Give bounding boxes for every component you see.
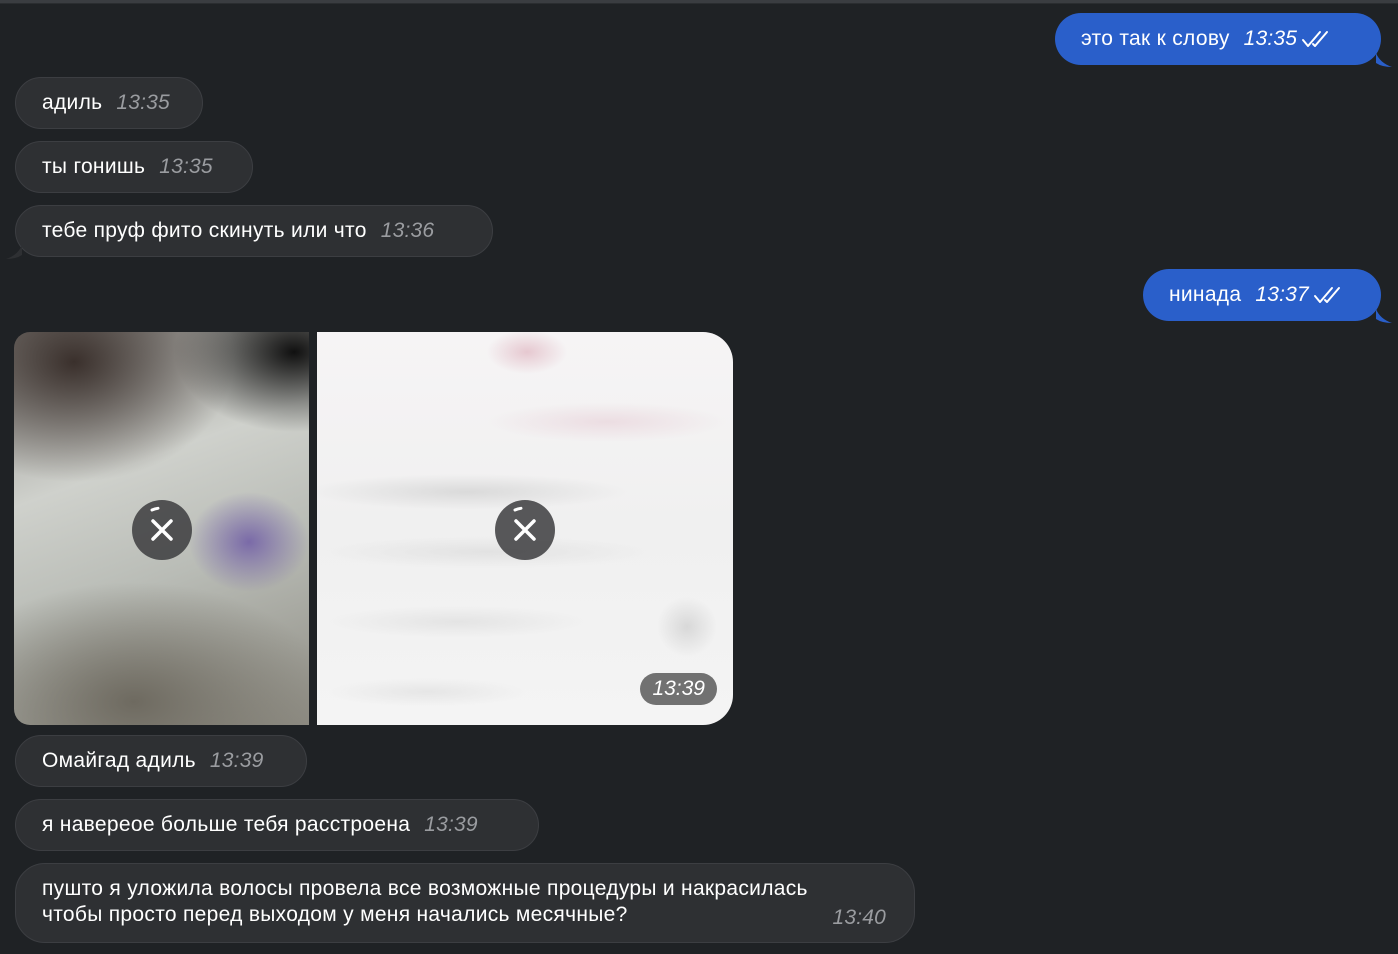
message-time: 13:40 [832, 906, 886, 929]
message-bubble-incoming[interactable]: пушто я уложила волосы провела все возмо… [15, 863, 915, 943]
bubble-tail [1376, 53, 1392, 67]
message-bubble-outgoing[interactable]: нинада 13:37 [1143, 269, 1381, 321]
bubble-tail [6, 245, 22, 259]
chat-history[interactable]: это так к слову 13:35 адиль 13:35 ты гон… [0, 0, 1398, 954]
message-text: пушто я уложила волосы провела все возмо… [42, 877, 808, 926]
message-text: я навереое больше тебя расстроена [42, 813, 411, 836]
double-check-icon [1313, 287, 1340, 303]
message-bubble-incoming[interactable]: Омайгад адиль 13:39 [15, 735, 307, 787]
message-bubble-incoming[interactable]: ты гонишь 13:35 [15, 141, 253, 193]
double-check-icon [1302, 31, 1329, 47]
photo-attachment[interactable] [14, 332, 309, 725]
message-time: 13:35 [159, 155, 213, 178]
bubble-tail [1376, 309, 1392, 323]
message-text: Омайгад адиль [42, 749, 196, 772]
message-text: это так к слову [1081, 27, 1230, 50]
message-text: тебе пруф фито скинуть или что [42, 219, 367, 242]
photo-attachment[interactable]: 13:39 [317, 332, 733, 725]
message-time: 13:36 [380, 219, 435, 242]
close-icon [150, 506, 173, 541]
message-bubble-incoming[interactable]: я навереое больше тебя расстроена 13:39 [15, 799, 539, 851]
photo-time-badge: 13:39 [640, 673, 717, 705]
message-time: 13:39 [424, 813, 478, 836]
message-time: 13:37 [1255, 283, 1309, 306]
message-bubble-outgoing[interactable]: это так к слову 13:35 [1055, 13, 1381, 65]
message-time: 13:35 [1243, 27, 1298, 50]
message-time: 13:35 [116, 91, 170, 114]
message-time: 13:39 [209, 749, 264, 772]
message-text: ты гонишь [42, 155, 146, 178]
message-bubble-incoming[interactable]: адиль 13:35 [15, 77, 203, 129]
message-text: адиль [42, 91, 103, 114]
close-icon [513, 506, 536, 541]
cancel-upload-button[interactable] [132, 500, 192, 560]
message-bubble-incoming[interactable]: тебе пруф фито скинуть или что 13:36 [15, 205, 493, 257]
cancel-upload-button[interactable] [495, 500, 555, 560]
message-text: нинада [1169, 283, 1242, 306]
